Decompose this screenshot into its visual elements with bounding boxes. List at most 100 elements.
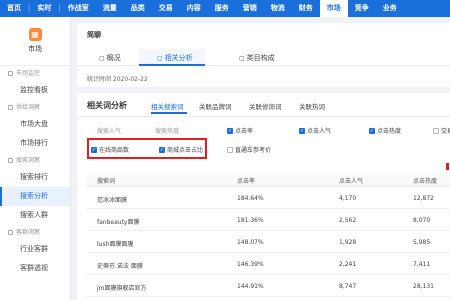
table-row[interactable]: fanbeauty面膜 181.36% 2,562 8,070 [87,209,450,231]
sidebar-group-supply: 供给洞察 [0,100,70,115]
metric-click-heat[interactable]: ✓ 点击热度 [369,126,401,135]
cell-ctr: 148.07% [237,239,264,246]
nav-item-traffic[interactable]: 流量 [96,0,124,17]
cell-popularity: 4,170 [339,195,357,202]
tab-related-search-words[interactable]: 相关搜索词 [151,101,184,111]
table-row[interactable]: jm面膜旗舰店官方 144.91% 8,747 28,131 [87,275,450,297]
sidebar-item-market-overview[interactable]: 市场大盘 [0,115,70,134]
table-header: 搜索词 点击率 点击人气 点击热度 [87,173,450,187]
active-tab-underline [151,112,187,114]
nav-item-home[interactable]: 首页 [0,0,28,17]
sidebar-item-customer-insight[interactable]: 客群透视 [0,259,70,278]
nav-item-transaction[interactable]: 交易 [152,0,180,17]
checkbox-unchecked[interactable] [227,146,233,153]
sidebar-title: 市场 [28,45,42,53]
tab-related-hot-words[interactable]: 关联热词 [299,101,325,111]
cell-keyword: fanbeauty面膜 [97,219,140,226]
tab-related-brand-words[interactable]: 关联品牌词 [199,101,232,111]
highlight-annotation-mark [446,163,449,170]
sidebar-item-industry-customers[interactable]: 行业客群 [0,240,70,259]
nav-item-market[interactable]: 市场 [319,0,348,17]
cell-ctr: 144.91% [237,283,264,290]
cell-heat: 28,131 [413,283,434,290]
sidebar-header: ▦ 市场 [0,17,70,66]
table-row[interactable]: 范冰冰面膜 184.64% 4,170 12,872 [87,187,450,209]
sidebar-group-search: 搜索洞察 [0,153,70,168]
sidebar-group-label: 搜索洞察 [16,157,41,164]
sidebar-item-search-analysis[interactable]: 搜索分析 [0,187,70,206]
market-icon: ▦ [28,28,42,41]
metric-transaction[interactable]: 交易 [433,126,450,135]
cell-keyword: 史蒂芬.诺法 面膜 [97,263,143,270]
nav-item-category[interactable]: 品类 [124,0,152,17]
tab-label: 相关分析 [164,54,193,62]
group-icon [8,230,13,235]
nav-item-business[interactable]: 业务 [376,0,404,17]
cell-heat: 5,985 [413,239,431,246]
doc-icon: ▢ [99,54,105,62]
metric-label: 点击率 [235,128,254,135]
page-title: 简聊 [87,31,101,39]
nav-item-finance[interactable]: 财务 [292,0,320,17]
sidebar: ▦ 市场 市场监控 监控看板 供给洞察 市场大盘 市场排行 搜索洞察 搜索排行 … [0,17,71,300]
sidebar-group-customer: 客群洞察 [0,225,70,240]
sidebar-item-monitor-board[interactable]: 监控看板 [0,81,70,100]
header-panel: 简聊 ▢ 概况 ▢ 相关分析 ▢ 类目构成 统计时间 2020-02-22 [77,23,450,87]
tab-label: 类目构成 [246,54,275,62]
related-words-panel: 相关词分析 相关搜索词 关联品牌词 关联修饰词 关联热词 搜索人气 搜索热度 ✓… [77,93,450,300]
top-navigation-bar: 首页 | 实时 | 作战室 流量 品类 交易 内容 服务 营销 物流 财务 市场… [0,0,450,17]
metric-ztc-price[interactable]: 直通车参考价 [227,145,271,154]
cell-ctr: 184.64% [237,195,264,202]
cell-heat: 12,872 [413,195,434,202]
sidebar-item-market-ranking[interactable]: 市场排行 [0,134,70,153]
cell-popularity: 1,928 [339,239,357,246]
doc-icon: ▢ [239,54,245,62]
table-row[interactable]: 史蒂芬.诺法 面膜 146.39% 2,241 7,411 [87,253,450,275]
tab-related-modifier-words[interactable]: 关联修饰词 [249,101,282,111]
cell-heat: 8,070 [413,217,431,224]
metric-ctr[interactable]: ✓ 点击率 [227,126,253,135]
sidebar-item-search-crowd[interactable]: 搜索人群 [0,206,70,225]
sidebar-item-search-ranking[interactable]: 搜索排行 [0,168,70,187]
checkbox-unchecked[interactable] [433,127,439,134]
highlight-annotation-box [87,138,207,159]
stat-time: 统计时间 2020-02-22 [87,76,148,83]
tab-category-composition[interactable]: ▢ 类目构成 [239,53,275,63]
checkbox-checked[interactable]: ✓ [369,127,375,134]
metric-label: 点击热度 [377,128,402,135]
cell-heat: 7,411 [413,261,431,268]
cell-ctr: 146.39% [237,261,264,268]
column-header[interactable]: 搜索词 [97,176,115,185]
metric-click-popularity[interactable]: ✓ 点击人气 [299,126,331,135]
nav-item-content[interactable]: 内容 [180,0,208,17]
cell-popularity: 8,747 [339,283,357,290]
cell-keyword: lush面膜面膜 [97,241,134,248]
section-title: 相关词分析 [87,101,127,110]
tab-related-analysis[interactable]: ▢ 相关分析 [157,53,193,63]
cell-ctr: 181.36% [237,217,264,224]
group-icon [8,158,13,163]
metric-search-heat[interactable]: 搜索热度 [155,126,179,135]
nav-item-war-room[interactable]: 作战室 [61,0,96,17]
metric-search-popularity[interactable]: 搜索人气 [97,126,121,135]
tab-label: 概况 [106,54,121,62]
tab-overview[interactable]: ▢ 概况 [99,53,121,63]
checkbox-checked[interactable]: ✓ [227,127,233,134]
nav-item-realtime[interactable]: 实时 [30,0,58,17]
nav-item-service[interactable]: 服务 [208,0,236,17]
column-header[interactable]: 点击热度 [413,176,437,185]
nav-item-logistics[interactable]: 物流 [264,0,292,17]
doc-icon: ▢ [157,54,163,62]
checkbox-checked[interactable]: ✓ [299,127,305,134]
nav-item-marketing[interactable]: 营销 [236,0,264,17]
metric-label: 点击人气 [307,128,332,135]
metric-label: 交易 [441,128,450,135]
top-nav: 首页 | 实时 | 作战室 流量 品类 交易 内容 服务 营销 物流 财务 市场… [0,0,404,17]
table-row[interactable]: lush面膜面膜 148.07% 1,928 5,985 [87,231,450,253]
cell-popularity: 2,562 [339,217,357,224]
nav-item-competition[interactable]: 竞争 [348,0,376,17]
column-header[interactable]: 点击人气 [339,176,363,185]
column-header[interactable]: 点击率 [237,176,255,185]
metric-label: 搜索热度 [155,128,180,135]
sidebar-group-label: 客群洞察 [16,229,41,236]
